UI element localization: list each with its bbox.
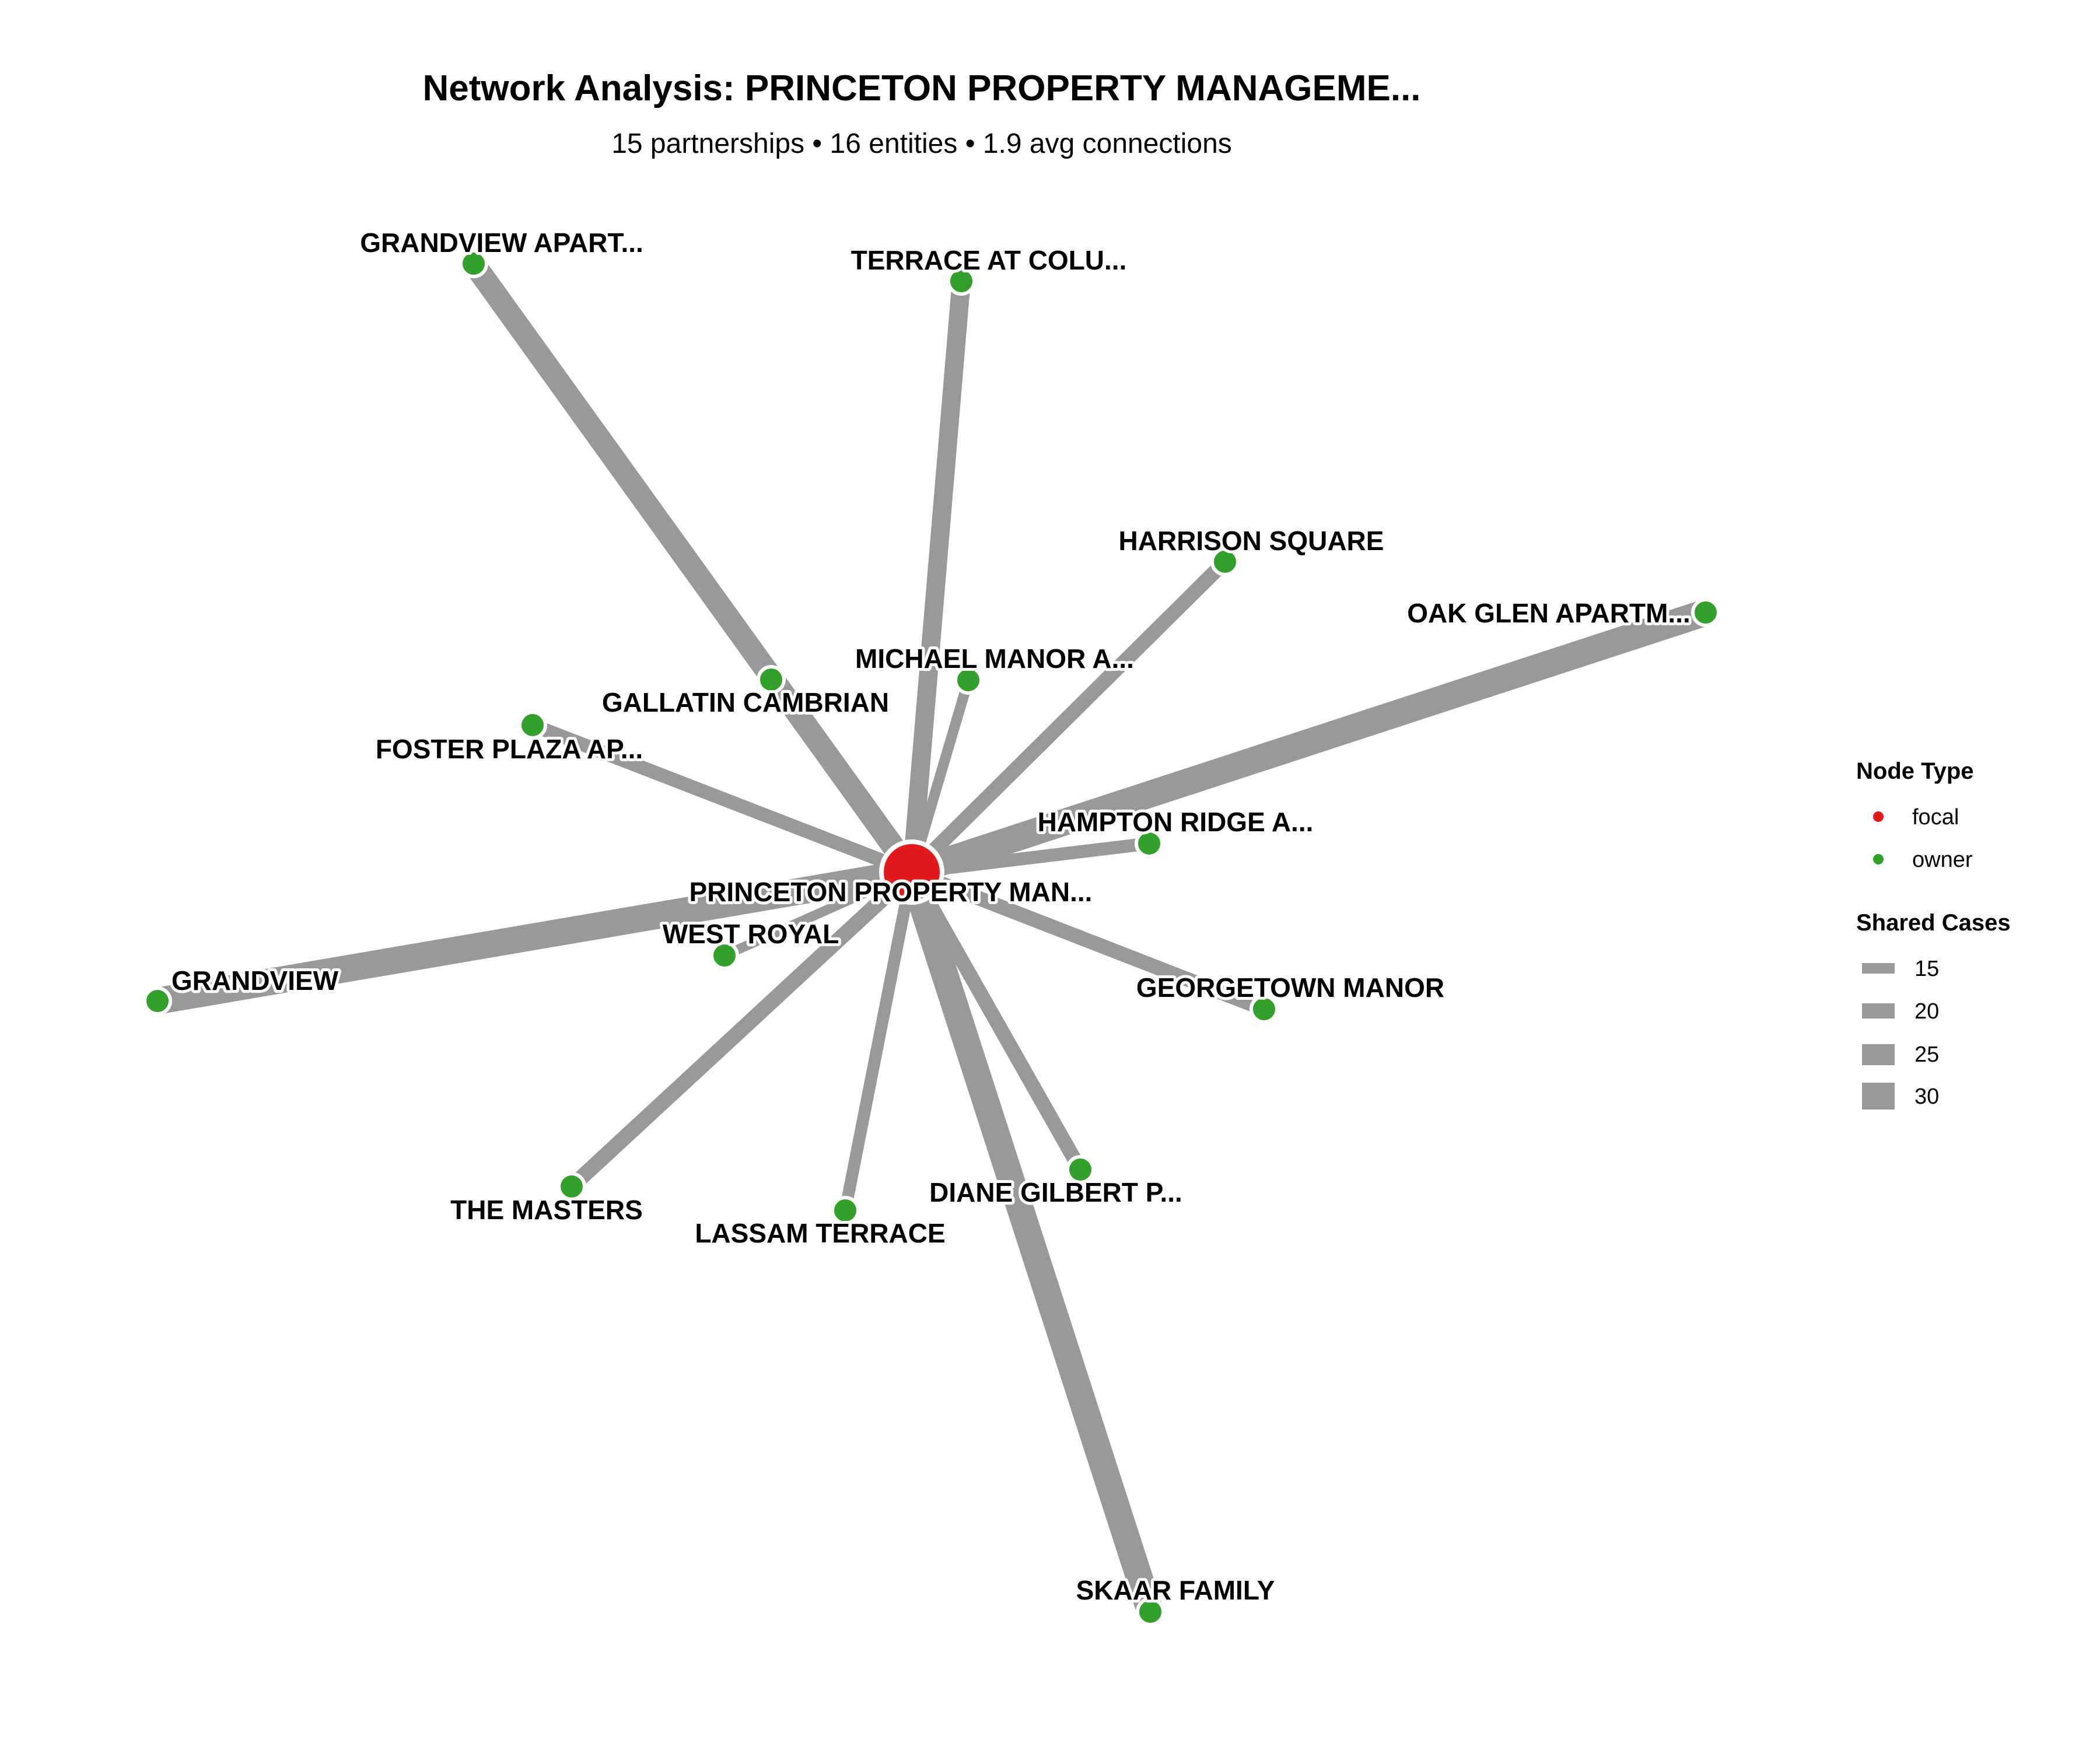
- node-label-hampton-ridge-a: HAMPTON RIDGE A...: [1038, 807, 1314, 837]
- node-label-harrison-square: HARRISON SQUARE: [1119, 526, 1384, 556]
- legend-width-20-swatch: [1862, 1003, 1895, 1019]
- legend-width-25-swatch: [1862, 1044, 1895, 1065]
- node-label-the-masters: THE MASTERS: [450, 1195, 643, 1225]
- node-oak-glen-apartm[interactable]: [1691, 598, 1720, 627]
- chart-title: Network Analysis: PRINCETON PROPERTY MAN…: [422, 68, 1420, 108]
- node-grandview[interactable]: [143, 986, 172, 1016]
- node-label-focal: PRINCETON PROPERTY MAN...: [690, 877, 1093, 907]
- legend-width-25-label: 25: [1915, 1042, 1939, 1067]
- network-svg: Network Analysis: PRINCETON PROPERTY MAN…: [143, 68, 2011, 1626]
- node-label-oak-glen-apartm: OAK GLEN APARTM...: [1407, 598, 1690, 628]
- legend-focal-label: focal: [1912, 805, 1959, 830]
- node-label-diane-gilbert-p: DIANE GILBERT P...: [929, 1177, 1182, 1208]
- legend-width-30-label: 30: [1915, 1084, 1939, 1109]
- legend-node-type-title: Node Type: [1856, 758, 1974, 784]
- edges-layer: [155, 257, 1710, 1616]
- node-label-georgetown-manor: GEORGETOWN MANOR: [1136, 972, 1444, 1003]
- legend: Node Type focal owner Shared Cases 15 20…: [1856, 758, 2011, 1110]
- legend-width-30-swatch: [1862, 1083, 1895, 1110]
- legend-focal-swatch: [1873, 811, 1884, 822]
- node-label-michael-manor-a: MICHAEL MANOR A...: [855, 643, 1134, 674]
- node-label-lassam-terrace: LASSAM TERRACE: [695, 1218, 945, 1248]
- chart-subtitle: 15 partnerships • 16 entities • 1.9 avg …: [611, 128, 1232, 159]
- node-label-west-royal: WEST ROYAL: [663, 919, 839, 949]
- node-label-grandview-apart: GRANDVIEW APART...: [360, 228, 643, 258]
- legend-owner-swatch: [1873, 854, 1884, 864]
- legend-width-20-label: 20: [1915, 999, 1939, 1024]
- legend-width-15-swatch: [1862, 963, 1895, 974]
- node-label-grandview: GRANDVIEW: [172, 965, 339, 996]
- legend-width-15-label: 15: [1915, 957, 1939, 981]
- legend-owner-label: owner: [1912, 848, 1973, 872]
- edge-skaar-family: [899, 867, 1163, 1616]
- node-label-skaar-family: SKAAR FAMILY: [1076, 1575, 1275, 1605]
- node-label-terrace-at-colu: TERRACE AT COLU...: [851, 245, 1127, 275]
- node-label-foster-plaza-ap: FOSTER PLAZA AP...: [376, 734, 643, 764]
- node-label-gallatin-cambrian: GALLATIN CAMBRIAN: [602, 687, 889, 718]
- legend-shared-cases-title: Shared Cases: [1856, 910, 2011, 936]
- network-chart: Network Analysis: PRINCETON PROPERTY MAN…: [0, 0, 2100, 1750]
